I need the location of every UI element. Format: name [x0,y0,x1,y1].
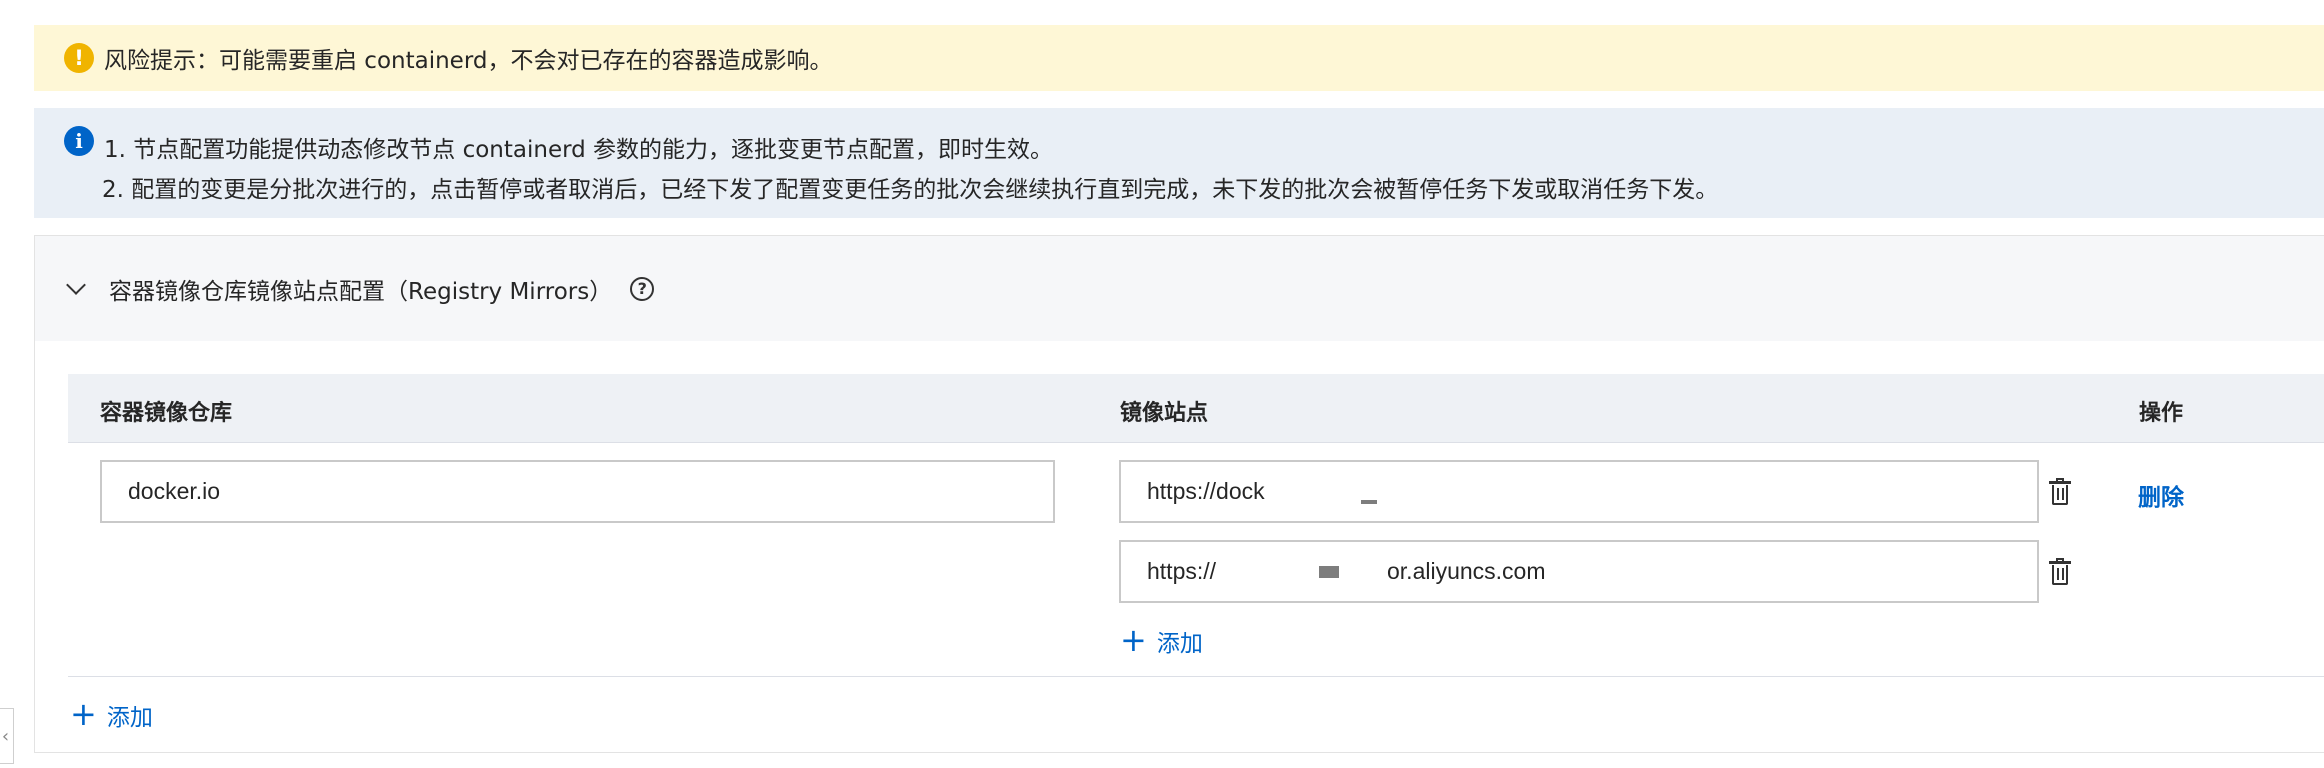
delete-mirror-1-icon[interactable] [2049,478,2071,506]
mirror-input-2-prefix: https:// [1147,558,1217,584]
panel-title: 容器镜像仓库镜像站点配置（Registry Mirrors） [109,278,613,305]
add-mirror-button[interactable]: + 添加 [1120,624,1203,658]
mirror-input-2-suffix: or.aliyuncs.com [1387,558,1546,584]
sidebar-collapse-handle[interactable]: ‹ [0,708,14,764]
mirror-input-1[interactable]: https://dock [1119,460,2039,523]
delete-mirror-2-icon[interactable] [2049,558,2071,586]
registry-input-value: docker.io [128,478,221,504]
info-line-1: 1. 节点配置功能提供动态修改节点 containerd 参数的能力，逐批变更节… [104,137,1054,163]
row-divider [68,676,2324,677]
column-header-mirror: 镜像站点 [1120,401,1209,426]
add-mirror-label: 添加 [1156,631,1203,657]
warning-text: 风险提示：可能需要重启 containerd，不会对已存在的容器造成影响。 [104,48,833,74]
table-header: 容器镜像仓库 镜像站点 操作 [68,374,2324,443]
warning-icon: ! [64,43,94,73]
mirror-input-2[interactable]: https:// or.aliyuncs.com [1119,540,2039,603]
delete-row-link[interactable]: 删除 [2138,478,2184,512]
chevron-down-icon[interactable] [66,274,86,295]
info-icon: i [64,126,94,156]
add-registry-label: 添加 [106,705,153,731]
info-banner: i 1. 节点配置功能提供动态修改节点 containerd 参数的能力，逐批变… [34,108,2324,218]
mirror-input-1-value: https://dock [1147,478,1265,504]
help-icon[interactable]: ? [630,276,655,301]
info-line-2: 2. 配置的变更是分批次进行的，点击暂停或者取消后，已经下发了配置变更任务的批次… [102,177,1719,203]
add-registry-button[interactable]: + 添加 [70,698,153,732]
plus-icon: + [1120,620,1147,659]
risk-warning-banner: ! 风险提示：可能需要重启 containerd，不会对已存在的容器造成影响。 [34,25,2324,91]
redaction-mark [1361,500,1377,504]
registry-input[interactable]: docker.io [100,460,1055,523]
redaction-mark [1319,566,1339,578]
column-header-registry: 容器镜像仓库 [100,401,233,426]
plus-icon: + [70,694,97,733]
chevron-left-icon: ‹ [1,725,10,747]
column-header-action: 操作 [2139,401,2184,426]
panel-header[interactable]: 容器镜像仓库镜像站点配置（Registry Mirrors） ? [35,236,2324,341]
